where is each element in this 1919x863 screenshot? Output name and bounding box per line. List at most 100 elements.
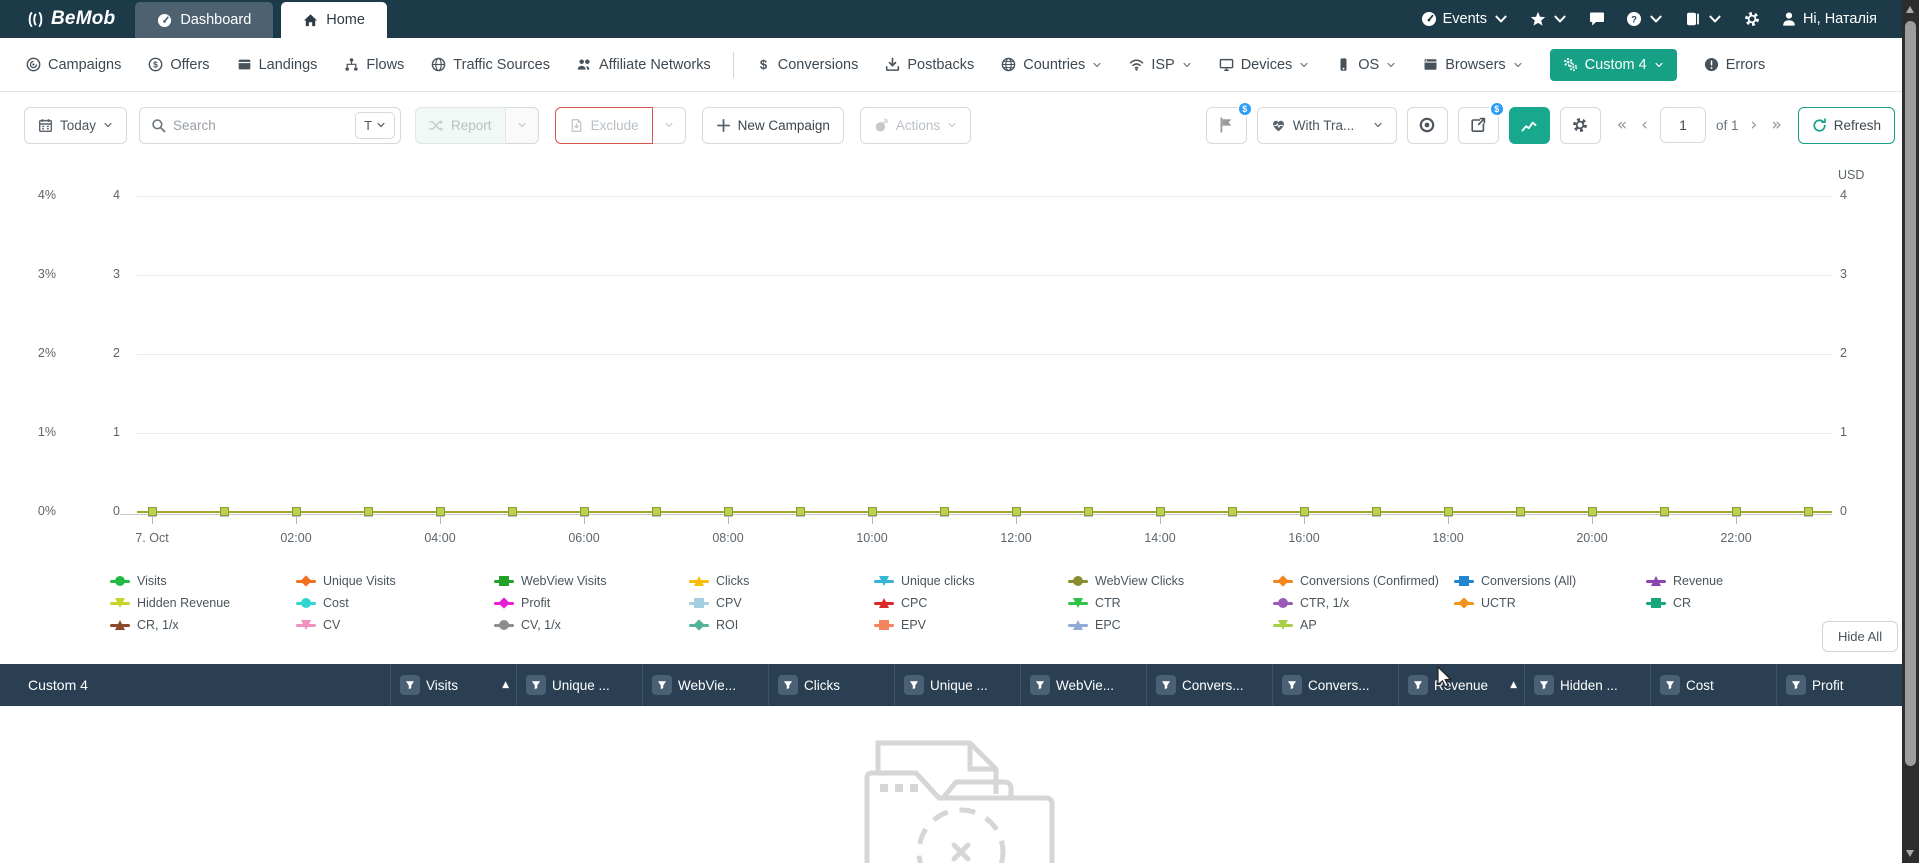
column-header-unique[interactable]: Unique ... [516, 664, 642, 706]
scroll-up-arrow[interactable] [1906, 6, 1914, 13]
legend-item-cr[interactable]: CR [1646, 595, 1691, 611]
resources-menu[interactable] [1685, 11, 1723, 27]
nav-item-affiliate-networks[interactable]: Affiliate Networks [577, 57, 711, 73]
legend-item-conversions-all[interactable]: Conversions (All) [1454, 573, 1576, 589]
help-menu[interactable] [1626, 11, 1664, 27]
legend-item-unique-clicks[interactable]: Unique clicks [874, 573, 975, 589]
legend-item-roi[interactable]: ROI [689, 617, 738, 633]
bemob-logo[interactable]: BeMob [0, 0, 135, 38]
legend-item-conversions-confirmed[interactable]: Conversions (Confirmed) [1273, 573, 1439, 589]
column-header-convers[interactable]: Convers... [1146, 664, 1272, 706]
column-header-visits[interactable]: Visits ▲ [390, 664, 516, 706]
column-filter-button[interactable] [1786, 675, 1806, 695]
legend-item-webview-visits[interactable]: WebView Visits [494, 573, 606, 589]
exclude-button[interactable]: Exclude [554, 106, 653, 144]
settings-button[interactable] [1744, 11, 1760, 27]
column-header-hidden[interactable]: Hidden ... [1524, 664, 1650, 706]
column-filter-button[interactable] [904, 675, 924, 695]
table-settings-button[interactable] [1559, 106, 1601, 144]
legend-item-clicks[interactable]: Clicks [689, 573, 749, 589]
last-page-button[interactable]: » [1769, 115, 1783, 135]
favorites-menu[interactable] [1530, 11, 1568, 27]
column-header-revenue[interactable]: Revenue ▲ [1398, 664, 1524, 706]
nav-item-countries[interactable]: Countries [1001, 57, 1102, 73]
feedback-button[interactable] [1589, 11, 1605, 27]
legend-item-epc[interactable]: EPC [1068, 617, 1121, 633]
actions-button[interactable]: Actions [859, 106, 972, 144]
column-filter-button[interactable] [526, 675, 546, 695]
share-button[interactable]: $ [1457, 100, 1505, 144]
nav-item-traffic-sources[interactable]: Traffic Sources [431, 57, 550, 73]
nav-item-landings[interactable]: Landings [237, 57, 317, 73]
legend-item-ap[interactable]: AP [1273, 617, 1317, 633]
legend-item-cv[interactable]: CV [296, 617, 340, 633]
nav-item-custom-4[interactable]: Custom 4 [1549, 48, 1677, 81]
search-input[interactable] [173, 117, 356, 133]
column-header-webvie[interactable]: WebVie... [1020, 664, 1146, 706]
column-header-convers[interactable]: Convers... [1272, 664, 1398, 706]
nav-item-devices[interactable]: Devices [1219, 57, 1310, 73]
legend-item-cost[interactable]: Cost [296, 595, 349, 611]
events-menu[interactable]: Events [1421, 11, 1509, 27]
flag-filter-button[interactable]: $ [1205, 100, 1253, 144]
traffic-filter-dropdown[interactable]: With Tra... [1256, 106, 1397, 144]
column-filter-button[interactable] [1534, 675, 1554, 695]
refresh-button[interactable]: Refresh [1797, 106, 1895, 144]
exclude-dropdown-button[interactable] [652, 106, 686, 144]
tab-home[interactable]: Home [281, 2, 387, 38]
legend-item-unique-visits[interactable]: Unique Visits [296, 573, 396, 589]
visibility-button[interactable] [1406, 106, 1448, 144]
nav-item-errors[interactable]: Errors [1704, 57, 1765, 73]
column-header-webvie[interactable]: WebVie... [642, 664, 768, 706]
chart-toggle-button[interactable] [1508, 106, 1550, 144]
column-filter-button[interactable] [1030, 675, 1050, 695]
search-type-dropdown[interactable]: T [355, 111, 396, 139]
nav-item-browsers[interactable]: Browsers [1423, 57, 1522, 73]
column-filter-button[interactable] [1156, 675, 1176, 695]
column-filter-button[interactable] [1660, 675, 1680, 695]
new-campaign-button[interactable]: New Campaign [701, 106, 844, 144]
legend-item-profit[interactable]: Profit [494, 595, 550, 611]
column-header-profit[interactable]: Profit [1776, 664, 1902, 706]
nav-item-os[interactable]: OS [1336, 57, 1396, 73]
column-header-cost[interactable]: Cost [1650, 664, 1776, 706]
column-filter-button[interactable] [1282, 675, 1302, 695]
tab-dashboard[interactable]: Dashboard [135, 2, 274, 38]
column-filter-button[interactable] [1408, 675, 1428, 695]
legend-item-revenue[interactable]: Revenue [1646, 573, 1723, 589]
nav-item-flows[interactable]: Flows [344, 57, 404, 73]
page-number-input[interactable] [1659, 107, 1706, 143]
scrollbar-thumb[interactable] [1905, 21, 1916, 766]
legend-item-cpc[interactable]: CPC [874, 595, 927, 611]
legend-item-cpv[interactable]: CPV [689, 595, 742, 611]
column-filter-button[interactable] [778, 675, 798, 695]
legend-item-ctr[interactable]: CTR [1068, 595, 1121, 611]
nav-item-postbacks[interactable]: Postbacks [885, 57, 974, 73]
user-menu[interactable]: Hi, Наталія [1781, 11, 1877, 27]
nav-item-isp[interactable]: ISP [1129, 57, 1191, 73]
legend-item-epv[interactable]: EPV [874, 617, 926, 633]
first-page-button[interactable]: « [1615, 115, 1629, 135]
report-dropdown-button[interactable] [505, 106, 539, 144]
legend-item-hidden-revenue[interactable]: Hidden Revenue [110, 595, 230, 611]
scroll-down-arrow[interactable] [1906, 850, 1914, 857]
report-button[interactable]: Report [415, 106, 506, 144]
date-range-button[interactable]: Today [24, 106, 128, 144]
legend-item-cv-1-x[interactable]: CV, 1/x [494, 617, 561, 633]
nav-item-conversions[interactable]: Conversions [756, 57, 858, 73]
column-header-unique[interactable]: Unique ... [894, 664, 1020, 706]
nav-item-offers[interactable]: Offers [148, 57, 210, 73]
column-filter-button[interactable] [400, 675, 420, 695]
legend-item-ctr-1-x[interactable]: CTR, 1/x [1273, 595, 1349, 611]
nav-item-campaigns[interactable]: Campaigns [26, 57, 121, 73]
prev-page-button[interactable]: ‹ [1639, 115, 1650, 135]
hide-all-button[interactable]: Hide All [1822, 621, 1899, 652]
column-header-clicks[interactable]: Clicks [768, 664, 894, 706]
column-header-custom-4[interactable]: Custom 4 [0, 664, 390, 706]
legend-item-webview-clicks[interactable]: WebView Clicks [1068, 573, 1184, 589]
legend-item-cr-1-x[interactable]: CR, 1/x [110, 617, 179, 633]
legend-item-uctr[interactable]: UCTR [1454, 595, 1516, 611]
column-filter-button[interactable] [652, 675, 672, 695]
next-page-button[interactable]: › [1749, 115, 1760, 135]
legend-item-visits[interactable]: Visits [110, 573, 167, 589]
